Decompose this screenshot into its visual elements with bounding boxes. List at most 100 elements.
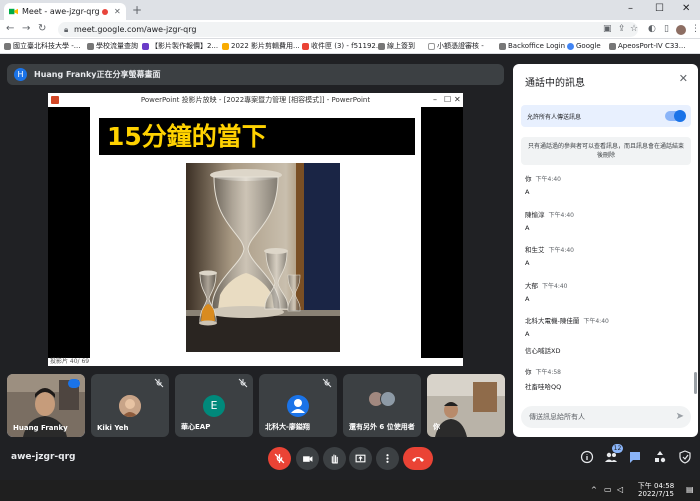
ppt-close-icon: ✕: [454, 95, 461, 104]
powerpoint-window-title: PowerPoint 投影片放映 - [2022專案暨力管理 [相容模式]] -…: [140, 96, 371, 104]
close-tab-icon[interactable]: ✕: [114, 3, 121, 20]
presenter-text: Huang Franky正在分享螢幕畫面: [34, 70, 161, 79]
chat-panel: 通話中的訊息 ✕ 允許所有人傳送訊息 只有通話過的參與者可以查看訊息，而且訊息會…: [513, 64, 698, 437]
camera-toggle-button[interactable]: [296, 447, 319, 470]
chat-title: 通話中的訊息: [525, 78, 585, 89]
back-icon[interactable]: ←: [6, 22, 14, 36]
bookmark-item[interactable]: 小額憑證審核 -: [428, 41, 484, 52]
allow-messages-label: 允許所有人傳送訊息: [527, 114, 582, 121]
chat-message: 陳愉淳 下午4:40 A: [525, 211, 574, 232]
presenter-avatar: H: [14, 68, 27, 81]
participant-name: 還有另外 6 位使用者: [349, 423, 415, 431]
slide-title: 15分鐘的當下: [107, 122, 267, 151]
toggle-knob: [674, 110, 686, 122]
chat-input[interactable]: 傳送訊息給所有人 ➤: [521, 406, 691, 428]
address-bar-row: ← → ↻ 🔒︎ meet.google.com/awe-jzgr-qrg ▣ …: [0, 20, 700, 39]
self-tile[interactable]: 你: [427, 374, 505, 437]
tray-clock[interactable]: 下午 04:58 2022/7/15: [636, 482, 676, 498]
bookmark-icon: [378, 43, 385, 50]
bookmark-item[interactable]: 2022 影片剪輯費用...: [222, 41, 300, 52]
host-controls-icon[interactable]: [678, 450, 692, 464]
notifications-icon[interactable]: ▤: [686, 485, 694, 494]
browser-tab-bar: Meet - awe-jzgr-qrg ✕ + – ☐ ✕: [0, 0, 700, 20]
network-icon[interactable]: ▭: [604, 485, 612, 494]
bookmark-item[interactable]: ApeosPort-IV C33...: [609, 41, 685, 52]
extension-icon[interactable]: ◐: [648, 22, 656, 36]
share-icon[interactable]: ⇪: [618, 22, 626, 36]
close-window-icon[interactable]: ✕: [682, 2, 690, 16]
bookmark-item[interactable]: 【影片製作報價】2...: [142, 41, 218, 52]
participant-photo: [119, 395, 141, 417]
bookmark-icon: [4, 43, 11, 50]
participant-tile[interactable]: Huang Franky: [7, 374, 85, 437]
bookmark-item[interactable]: Google: [567, 41, 601, 52]
browser-tab[interactable]: Meet - awe-jzgr-qrg ✕: [4, 3, 126, 20]
bookmark-icon: [302, 43, 309, 50]
tray-chevron-icon[interactable]: ^: [591, 486, 597, 494]
camera-icon: [303, 456, 313, 462]
bookmark-item[interactable]: 學校流量查詢: [87, 41, 138, 52]
maximize-window-icon[interactable]: ☐: [655, 2, 664, 16]
meeting-code: awe-jzgr-qrg: [11, 452, 76, 462]
sidepanel-icon[interactable]: ▯: [664, 22, 669, 36]
participant-name: 北科大-廖鎰翔: [265, 423, 310, 431]
bookmark-icon: [609, 43, 616, 50]
bookmark-icon: [428, 43, 435, 50]
allow-messages-toggle[interactable]: [665, 110, 686, 122]
bookmark-star-icon[interactable]: ☆: [630, 22, 638, 36]
chat-scrollbar[interactable]: [694, 372, 697, 394]
presenter-banner: H Huang Franky正在分享螢幕畫面: [7, 64, 504, 85]
bookmark-item[interactable]: 線上簽到: [378, 41, 415, 52]
mic-off-icon: [238, 378, 248, 388]
new-tab-icon[interactable]: +: [132, 3, 142, 17]
camera-permission-icon[interactable]: ▣: [603, 22, 612, 36]
bookmark-item[interactable]: 收件匣 (3) - f51192...: [302, 41, 383, 52]
bookmark-icon: [222, 43, 229, 50]
raise-hand-button[interactable]: [323, 447, 346, 470]
chat-message: 北科大電機-陳佳蘭 下午4:40 A: [525, 317, 609, 338]
bookmark-icon: [142, 43, 149, 50]
url-field[interactable]: 🔒︎ meet.google.com/awe-jzgr-qrg: [58, 22, 638, 37]
speaking-indicator-icon: [68, 379, 80, 388]
tray-date: 2022/7/15: [638, 490, 674, 498]
chat-message: 你下午4:58 社畜哇哈QQ: [525, 368, 562, 391]
more-participants-tile[interactable]: 還有另外 6 位使用者: [343, 374, 421, 437]
participant-name: Kiki Yeh: [97, 424, 129, 432]
meeting-details-icon[interactable]: [580, 450, 594, 464]
activities-icon[interactable]: [653, 450, 667, 464]
chat-icon[interactable]: [628, 450, 642, 464]
url-text: meet.google.com/awe-jzgr-qrg: [74, 25, 197, 34]
powerpoint-title-bar: PowerPoint 投影片放映 - [2022專案暨力管理 [相容模式]] -…: [48, 93, 463, 107]
shared-screen[interactable]: PowerPoint 投影片放映 - [2022專案暨力管理 [相容模式]] -…: [48, 93, 463, 366]
person-avatar-icon: [287, 395, 309, 417]
participant-tile[interactable]: E 華心EAP: [175, 374, 253, 437]
participant-tile[interactable]: Kiki Yeh: [91, 374, 169, 437]
mic-off-icon: [154, 378, 164, 388]
profile-avatar[interactable]: [676, 25, 686, 35]
forward-icon[interactable]: →: [22, 22, 30, 36]
people-count-badge: 12: [612, 444, 623, 453]
chat-message: 你下午4:40 A: [525, 175, 561, 196]
reload-icon[interactable]: ↻: [38, 22, 46, 36]
ppt-maximize-icon: ☐: [444, 95, 452, 104]
menu-icon[interactable]: ⋮: [691, 22, 700, 36]
present-screen-button[interactable]: [349, 447, 372, 470]
leave-call-button[interactable]: [403, 447, 433, 470]
powerpoint-status-bar: 投影片 40/ 69: [48, 358, 463, 366]
mic-toggle-button[interactable]: [268, 447, 291, 470]
minimize-window-icon[interactable]: –: [628, 2, 633, 16]
more-options-button[interactable]: [376, 447, 399, 470]
chat-message: 大郁 下午4:40 A: [525, 282, 568, 303]
bookmark-icon: [567, 43, 574, 50]
chat-notice: 只有通話過的參與者可以查看訊息，而且訊息會在通話結束後刪除: [521, 137, 691, 165]
close-icon[interactable]: ✕: [679, 72, 688, 85]
bookmark-item[interactable]: Backoffice Login: [499, 41, 565, 52]
participant-name: 你: [433, 423, 440, 431]
volume-icon[interactable]: ◁: [617, 485, 623, 494]
windows-taskbar: ^ ▭ ◁ ▤: [0, 480, 700, 501]
send-icon[interactable]: ➤: [676, 411, 684, 422]
bookmark-item[interactable]: 國立臺北科技大學 -...: [4, 41, 80, 52]
present-icon: [355, 454, 366, 463]
participant-tile[interactable]: 北科大-廖鎰翔: [259, 374, 337, 437]
more-vert-icon: [386, 454, 389, 463]
